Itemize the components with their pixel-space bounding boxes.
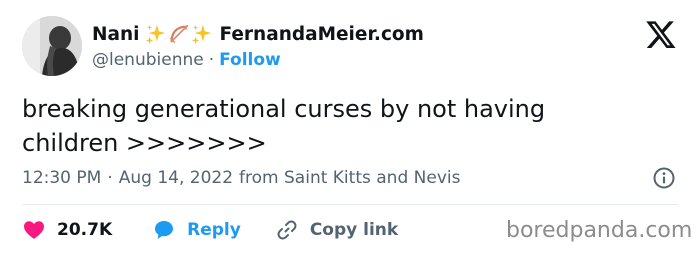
author-handle[interactable]: @lenubienne [92,50,204,70]
heart-icon [24,221,44,239]
copy-link-label: Copy link [309,220,399,240]
tweet-text-line-1: breaking generational curses by not havi… [22,95,546,123]
like-count: 20.7K [57,220,113,240]
sparkles-icon [192,24,212,45]
avatar-photo [22,16,82,76]
reply-label: Reply [187,220,241,240]
author-site[interactable]: FernandaMeier.com [219,24,423,45]
avatar[interactable] [22,16,82,76]
tweet-text-line-2: children >>>>>>> [22,129,267,157]
follow-button[interactable]: Follow [219,50,281,70]
tweet-date[interactable]: Aug 14, 2022 [119,168,233,188]
tweet-location: from Saint Kitts and Nevis [239,168,461,188]
info-icon[interactable] [652,166,676,190]
tweet-meta: 12:30 PM · Aug 14, 2022 from Saint Kitts… [22,166,460,190]
x-logo-icon[interactable] [644,18,678,50]
copy-link-button[interactable]: Copy link [275,218,398,242]
meta-separator: · [107,168,113,188]
tweet-text: breaking generational curses by not havi… [22,92,662,160]
action-bar: 20.7K Reply Copy link [22,216,398,244]
tweet-time[interactable]: 12:30 PM [22,168,101,188]
handle-separator: · [208,50,215,70]
reply-button[interactable]: Reply [152,218,241,242]
link-icon [277,220,297,240]
bow-and-arrow-icon [170,24,189,43]
divider [22,204,678,205]
name-emoji [145,23,213,45]
sparkles-icon [146,24,166,45]
author-name[interactable]: Nani [92,24,139,45]
like-button[interactable]: 20.7K [22,218,112,242]
speech-bubble-icon [155,221,174,239]
watermark: boredpanda.com [506,218,693,243]
